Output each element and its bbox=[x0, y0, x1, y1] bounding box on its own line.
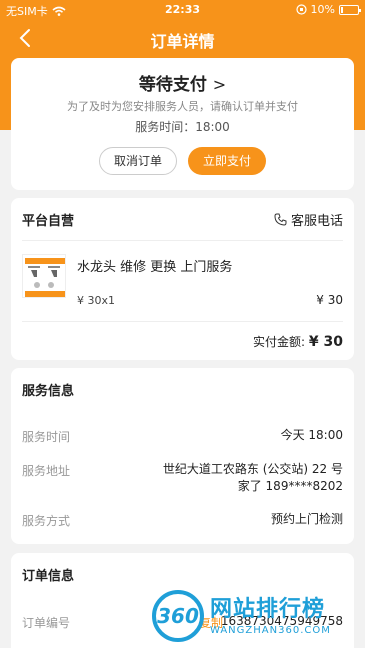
customer-service-button[interactable]: 客服电话 bbox=[274, 210, 343, 229]
service-time-value: 今天 18:00 bbox=[280, 428, 343, 442]
payment-subtitle: 为了及时为您安排服务人员，请确认订单并支付 bbox=[67, 100, 298, 113]
address-line: 世纪大道工农路东 (公交站) 22 号 bbox=[162, 462, 343, 476]
service-info-card: 服务信息 服务时间 今天 18:00 服务地址 世纪大道工农路东 (公交站) 2… bbox=[11, 368, 354, 544]
watermark-logo: 360 bbox=[152, 590, 204, 642]
payment-status-title: 等待支付 bbox=[138, 75, 207, 95]
watermark-domain: WANGZHAN360.COM bbox=[210, 625, 331, 636]
pay-now-button[interactable]: 立即支付 bbox=[188, 147, 266, 175]
divider bbox=[22, 240, 343, 241]
nav-bar: 订单详情 bbox=[0, 20, 365, 56]
section-title: 服务信息 bbox=[22, 384, 75, 399]
battery-icon bbox=[339, 4, 361, 15]
payment-status-link[interactable]: 等待支付 > bbox=[11, 70, 354, 95]
divider bbox=[22, 321, 343, 322]
paid-amount: ¥ 30 bbox=[308, 334, 343, 350]
cancel-order-button[interactable]: 取消订单 bbox=[99, 147, 177, 175]
phone-icon bbox=[274, 213, 287, 226]
product-thumbnail[interactable] bbox=[22, 254, 66, 298]
chevron-right-icon: > bbox=[212, 75, 227, 94]
orientation-lock-icon bbox=[295, 4, 307, 15]
service-address-label: 服务地址 bbox=[22, 464, 71, 478]
paid-label: 实付金额: bbox=[253, 335, 309, 349]
service-method-label: 服务方式 bbox=[22, 514, 71, 528]
paid-amount-row: 实付金额: ¥ 30 bbox=[253, 333, 343, 350]
faucet-product-image bbox=[25, 258, 65, 297]
section-title: 订单信息 bbox=[22, 569, 75, 584]
service-method-value: 预约上门检测 bbox=[270, 512, 343, 526]
order-status-card: 等待支付 > 为了及时为您安排服务人员，请确认订单并支付 服务时间：18:00 … bbox=[11, 58, 354, 190]
status-bar: 无SIM卡 22:33 10% bbox=[0, 0, 365, 20]
service-address-value: 世纪大道工农路东 (公交站) 22 号 家了 189****8202 bbox=[163, 461, 343, 495]
service-time-label: 服务时间 bbox=[22, 430, 71, 444]
order-items-card: 平台自营 客服电话 水龙头 维修 更换 上门服务 ¥ 30x1 ¥ 30 实付金… bbox=[11, 198, 354, 360]
watermark: 360 网站排行榜 WANGZHAN360.COM bbox=[148, 585, 363, 647]
contact-line: 家了 189****8202 bbox=[237, 479, 343, 493]
shop-name: 平台自营 bbox=[22, 214, 75, 229]
page-title: 订单详情 bbox=[150, 32, 215, 51]
product-name[interactable]: 水龙头 维修 更换 上门服务 bbox=[77, 256, 232, 275]
product-unit-price: ¥ 30x1 bbox=[77, 294, 116, 307]
service-time-summary: 服务时间：18:00 bbox=[135, 120, 230, 134]
product-total: ¥ 30 bbox=[316, 293, 343, 307]
battery-percent: 10% bbox=[310, 3, 335, 16]
customer-service-label: 客服电话 bbox=[290, 214, 343, 229]
watermark-text: 网站排行榜 bbox=[210, 597, 326, 622]
order-number-label: 订单编号 bbox=[22, 616, 71, 630]
